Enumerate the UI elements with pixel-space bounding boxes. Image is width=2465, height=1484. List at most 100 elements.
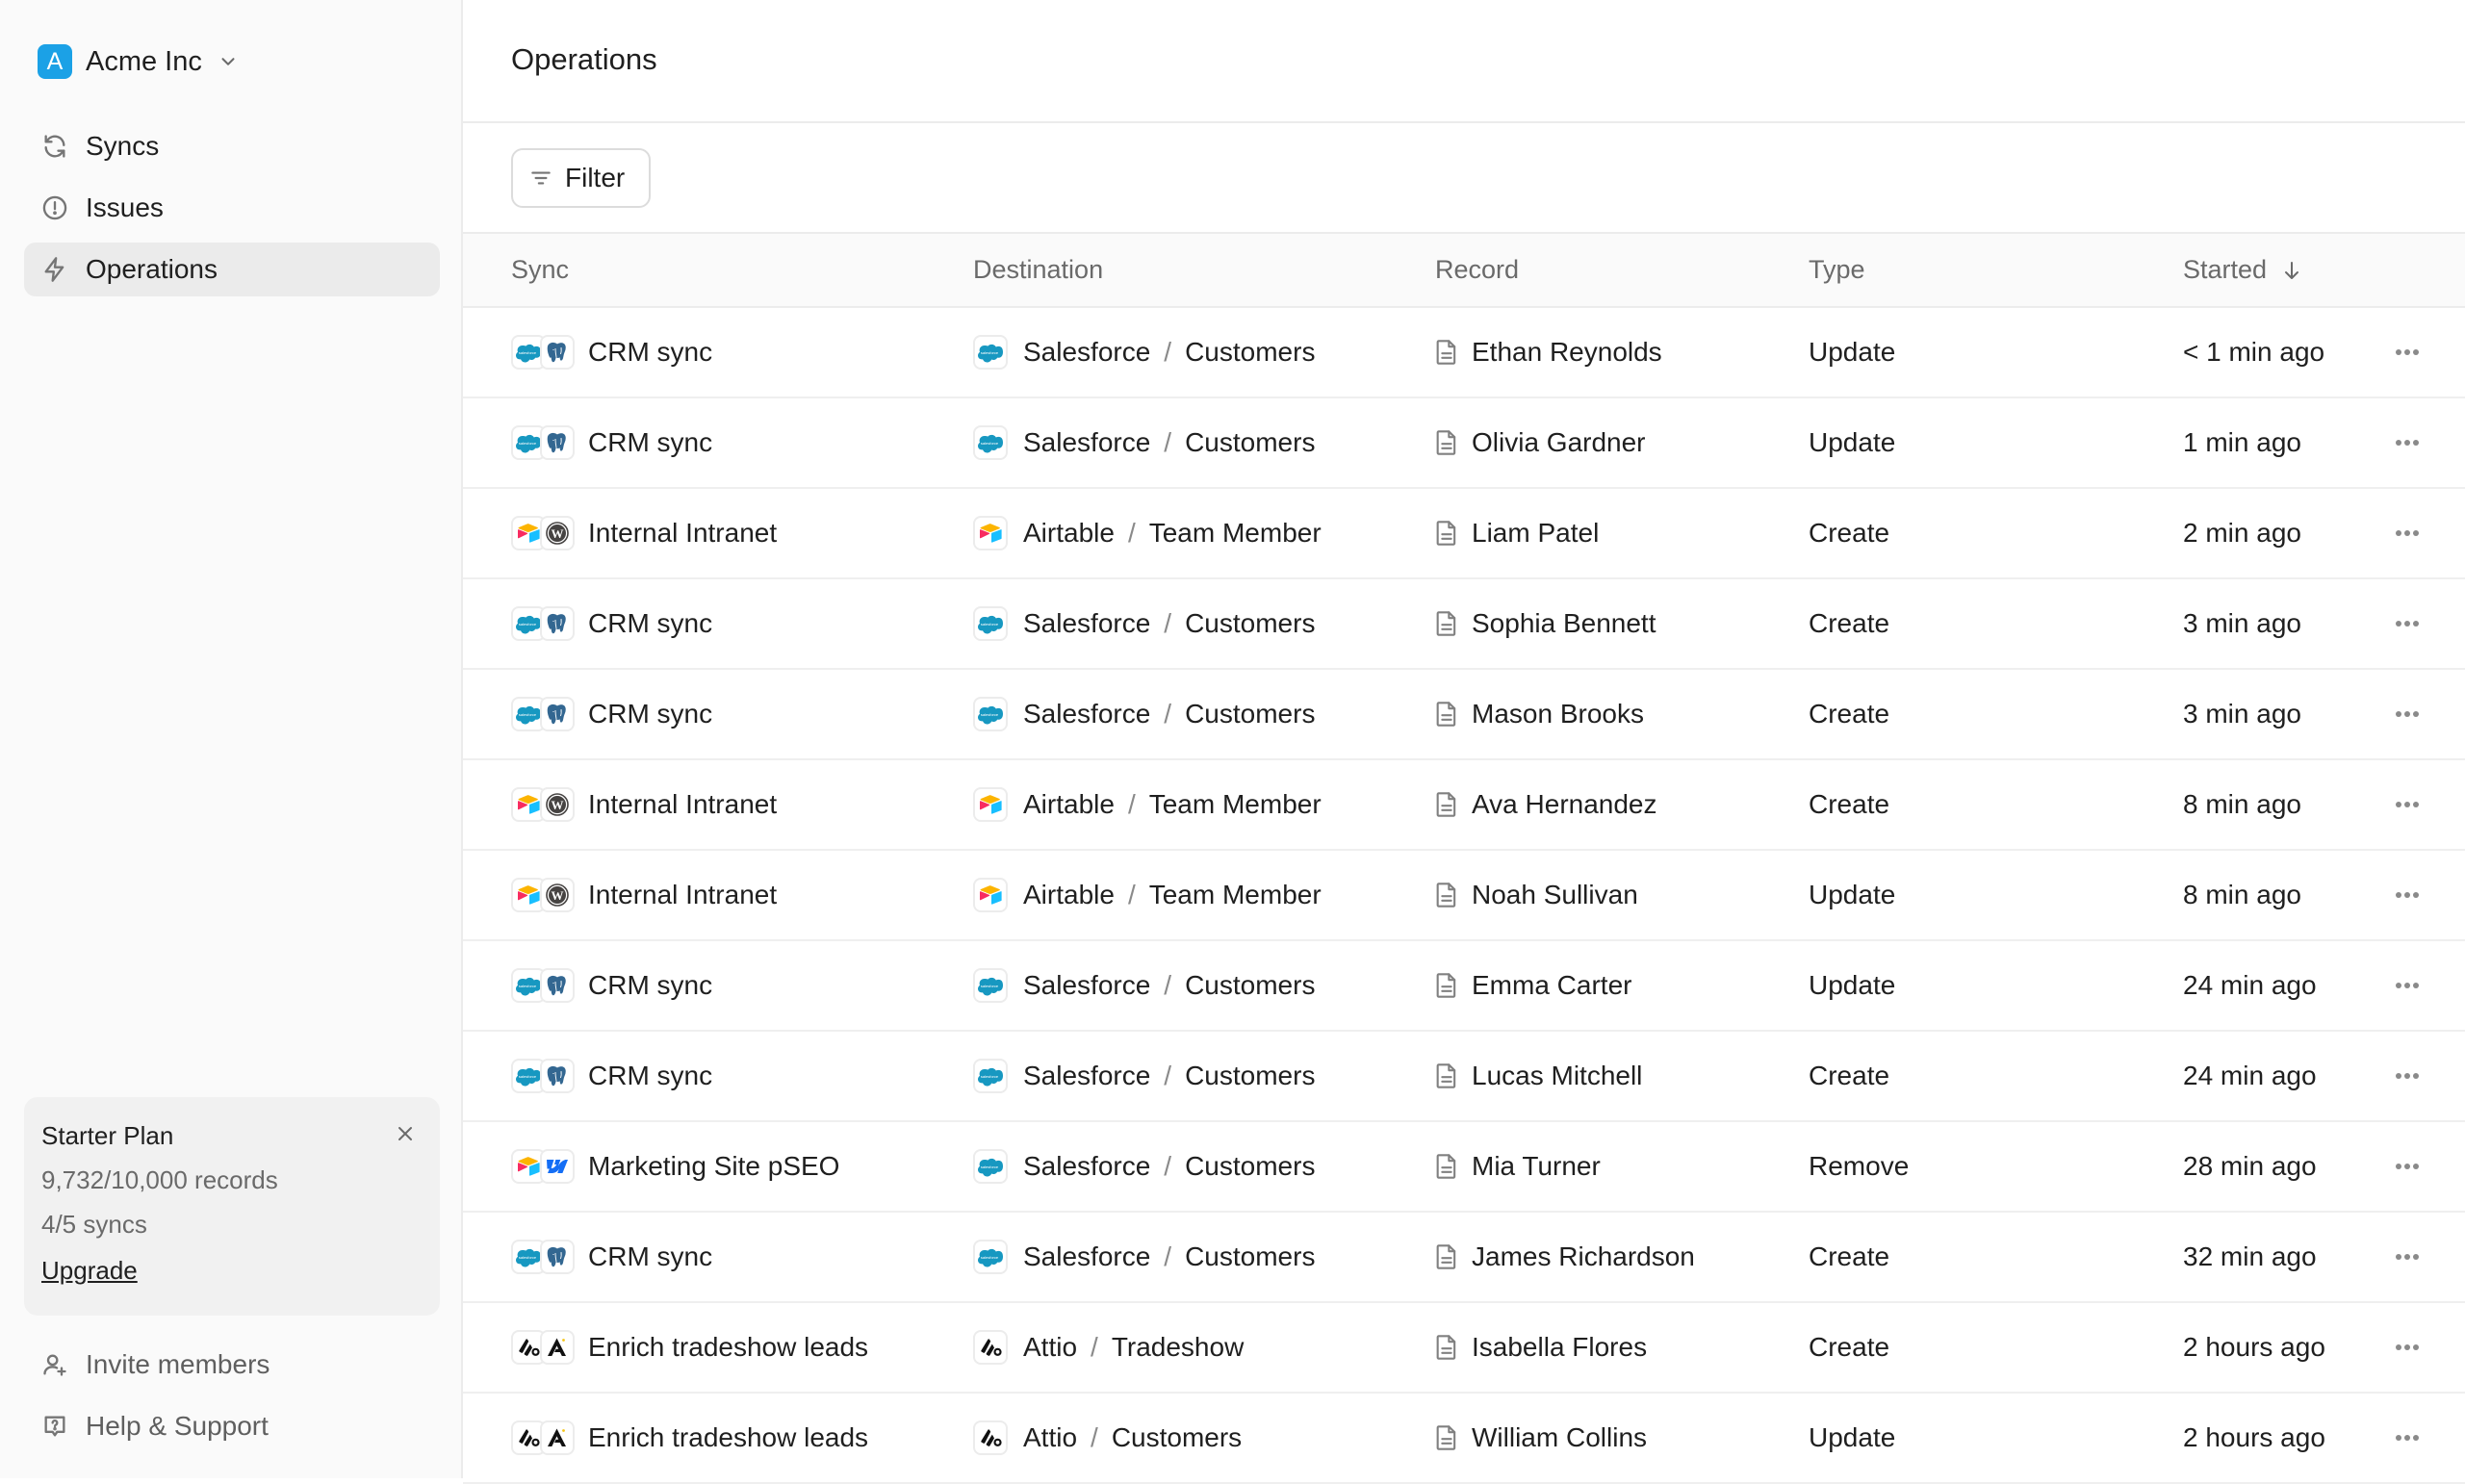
record-cell: Liam Patel: [1435, 489, 1599, 577]
column-header-destination[interactable]: Destination: [973, 234, 1103, 306]
operation-type: Create: [1809, 1332, 1890, 1362]
org-switcher[interactable]: A Acme Inc: [38, 44, 239, 79]
column-header-record[interactable]: Record: [1435, 234, 1519, 306]
svg-text:salesforce: salesforce: [981, 984, 999, 988]
filter-button[interactable]: Filter: [511, 148, 651, 208]
record-name[interactable]: Ava Hernandez: [1472, 789, 1657, 820]
record-cell: Ava Hernandez: [1435, 760, 1657, 849]
record-name[interactable]: Noah Sullivan: [1472, 880, 1638, 910]
row-actions-button[interactable]: [2386, 1032, 2428, 1120]
row-actions-button[interactable]: [2386, 670, 2428, 758]
record-cell: Mason Brooks: [1435, 670, 1644, 758]
row-actions-button[interactable]: [2386, 489, 2428, 577]
table-row[interactable]: W Internal Intranet Airtable / Team Memb…: [463, 760, 2465, 851]
table-row[interactable]: Enrich tradeshow leads Attio / Tradeshow…: [463, 1303, 2465, 1394]
sidebar-item-issues[interactable]: Issues: [24, 181, 440, 235]
row-actions-button[interactable]: [2386, 1303, 2428, 1392]
salesforce-logo-icon: salesforce: [973, 1149, 1008, 1184]
sort-arrow-down-icon: [2285, 261, 2299, 279]
destination-object: Customers: [1185, 970, 1316, 1000]
table-row[interactable]: salesforce CRM sync salesforce Salesforc…: [463, 1213, 2465, 1303]
started-time: 8 min ago: [2183, 880, 2301, 909]
invite-members-button[interactable]: Invite members: [24, 1338, 440, 1392]
column-header-sync[interactable]: Sync: [511, 234, 569, 306]
row-actions-button[interactable]: [2386, 308, 2428, 397]
record-name[interactable]: Isabella Flores: [1472, 1332, 1647, 1363]
started-time: 2 min ago: [2183, 518, 2301, 548]
destination-cell: salesforce Salesforce / Customers: [973, 941, 1315, 1030]
table-row[interactable]: salesforce CRM sync salesforce Salesforc…: [463, 308, 2465, 398]
row-actions-button[interactable]: [2386, 1213, 2428, 1301]
salesforce-logo-icon: salesforce: [973, 697, 1008, 731]
sync-cell: W Internal Intranet: [511, 489, 777, 577]
destination-cell: salesforce Salesforce / Customers: [973, 670, 1315, 758]
destination-app: Salesforce: [1023, 337, 1151, 367]
breadcrumb-separator: /: [1091, 1422, 1098, 1452]
sidebar-item-syncs[interactable]: Syncs: [24, 119, 440, 173]
more-horizontal-icon: [2396, 983, 2419, 988]
table-row[interactable]: salesforce CRM sync salesforce Salesforc…: [463, 941, 2465, 1032]
record-name[interactable]: Mason Brooks: [1472, 699, 1644, 729]
wordpress-logo-icon: W: [540, 878, 575, 912]
destination-object: Customers: [1185, 1151, 1316, 1181]
sync-icon-pair: salesforce: [511, 968, 577, 1003]
destination-object: Customers: [1185, 427, 1316, 457]
document-icon: [1436, 521, 1456, 546]
operation-type: Create: [1809, 608, 1890, 638]
table-row[interactable]: Marketing Site pSEO salesforce Salesforc…: [463, 1122, 2465, 1213]
salesforce-logo-icon: salesforce: [973, 606, 1008, 641]
record-name[interactable]: Liam Patel: [1472, 518, 1599, 549]
more-horizontal-icon: [2396, 1254, 2419, 1260]
row-actions-button[interactable]: [2386, 1122, 2428, 1211]
record-name[interactable]: Mia Turner: [1472, 1151, 1601, 1182]
record-name[interactable]: Emma Carter: [1472, 970, 1631, 1001]
row-actions-button[interactable]: [2386, 760, 2428, 849]
document-icon: [1436, 611, 1456, 636]
table-row[interactable]: salesforce CRM sync salesforce Salesforc…: [463, 579, 2465, 670]
breadcrumb-separator: /: [1164, 1151, 1172, 1181]
record-name[interactable]: William Collins: [1472, 1422, 1647, 1453]
table-row[interactable]: salesforce CRM sync salesforce Salesforc…: [463, 398, 2465, 489]
sync-icon-pair: salesforce: [511, 606, 577, 641]
more-horizontal-icon: [2396, 711, 2419, 717]
destination-object: Tradeshow: [1111, 1332, 1245, 1362]
close-icon[interactable]: [396, 1124, 415, 1143]
operation-type: Create: [1809, 518, 1890, 548]
record-name[interactable]: Sophia Bennett: [1472, 608, 1656, 639]
destination-object: Customers: [1185, 608, 1316, 638]
sync-name: Internal Intranet: [588, 518, 778, 548]
sync-icon-pair: salesforce: [511, 335, 577, 370]
row-actions-button[interactable]: [2386, 941, 2428, 1030]
table-row[interactable]: Enrich tradeshow leads Attio / Customers…: [463, 1394, 2465, 1484]
row-actions-button[interactable]: [2386, 1394, 2428, 1482]
destination-object: Customers: [1185, 1241, 1316, 1271]
breadcrumb-separator: /: [1127, 789, 1136, 819]
sync-name: CRM sync: [588, 1061, 713, 1090]
attio-logo-icon: [973, 1420, 1008, 1455]
help-support-button[interactable]: Help & Support: [24, 1399, 440, 1453]
sync-name: Enrich tradeshow leads: [588, 1422, 869, 1452]
table-body: salesforce CRM sync salesforce Salesforc…: [463, 308, 2465, 1484]
destination-app: Salesforce: [1023, 970, 1151, 1000]
table-row[interactable]: salesforce CRM sync salesforce Salesforc…: [463, 670, 2465, 760]
table-row[interactable]: W Internal Intranet Airtable / Team Memb…: [463, 489, 2465, 579]
record-name[interactable]: James Richardson: [1472, 1241, 1695, 1272]
sidebar-item-operations[interactable]: Operations: [24, 243, 440, 296]
column-header-type[interactable]: Type: [1809, 234, 1865, 306]
table-row[interactable]: W Internal Intranet Airtable / Team Memb…: [463, 851, 2465, 941]
sync-icon-pair: W: [511, 787, 577, 822]
started-time: 8 min ago: [2183, 789, 2301, 819]
row-actions-button[interactable]: [2386, 851, 2428, 939]
destination-cell: salesforce Salesforce / Customers: [973, 1122, 1315, 1211]
plan-syncs-usage: 4/5 syncs: [41, 1210, 147, 1239]
column-header-started[interactable]: Started: [2183, 234, 2303, 306]
destination-object: Customers: [1111, 1422, 1243, 1452]
table-row[interactable]: salesforce CRM sync salesforce Salesforc…: [463, 1032, 2465, 1122]
row-actions-button[interactable]: [2386, 579, 2428, 668]
attio-logo-icon: [973, 1330, 1008, 1365]
record-name[interactable]: Lucas Mitchell: [1472, 1061, 1642, 1091]
record-name[interactable]: Olivia Gardner: [1472, 427, 1646, 458]
upgrade-link[interactable]: Upgrade: [41, 1255, 138, 1286]
row-actions-button[interactable]: [2386, 398, 2428, 487]
record-name[interactable]: Ethan Reynolds: [1472, 337, 1662, 368]
